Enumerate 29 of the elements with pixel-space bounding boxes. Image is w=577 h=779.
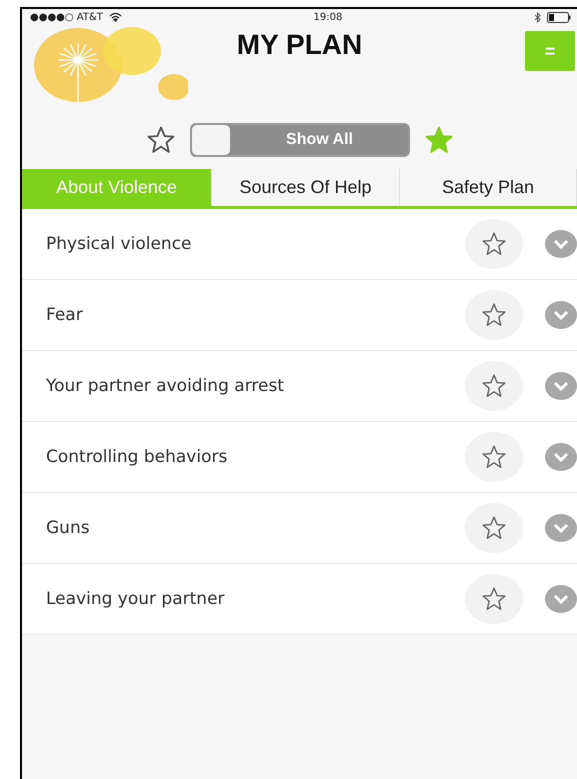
topic-title: Your partner avoiding arrest bbox=[46, 376, 285, 396]
chevron-down-icon bbox=[553, 594, 569, 604]
app-title: MY PLAN bbox=[236, 29, 362, 61]
star-icon bbox=[481, 373, 507, 399]
star-icon bbox=[481, 231, 507, 257]
star-icon bbox=[481, 444, 507, 470]
topic-title: Physical violence bbox=[46, 234, 193, 254]
chevron-down-icon bbox=[553, 523, 569, 533]
menu-button[interactable]: = bbox=[525, 31, 575, 71]
wifi-icon bbox=[108, 12, 122, 22]
star-filled-icon bbox=[424, 125, 454, 155]
star-icon bbox=[481, 515, 507, 541]
chevron-down-icon bbox=[553, 452, 569, 462]
carrier-text: ●●●●○ AT&T bbox=[30, 12, 103, 22]
show-all-toggle[interactable]: Show All bbox=[190, 123, 410, 157]
topic-title: Guns bbox=[46, 518, 91, 538]
star-icon bbox=[481, 302, 507, 328]
topic-title: Controlling behaviors bbox=[46, 447, 228, 467]
star-outline-icon bbox=[146, 125, 176, 155]
chevron-down-icon bbox=[553, 381, 569, 391]
topic-title: Fear bbox=[46, 305, 84, 325]
chevron-down-icon bbox=[553, 310, 569, 320]
battery-icon bbox=[547, 12, 571, 22]
chevron-down-icon bbox=[553, 239, 569, 249]
star-icon bbox=[481, 586, 507, 612]
tab[interactable]: About Violence bbox=[22, 169, 212, 206]
topic-title: Leaving your partner bbox=[46, 589, 226, 609]
clock-text: 19:08 bbox=[314, 12, 342, 22]
bluetooth-icon bbox=[534, 12, 541, 22]
